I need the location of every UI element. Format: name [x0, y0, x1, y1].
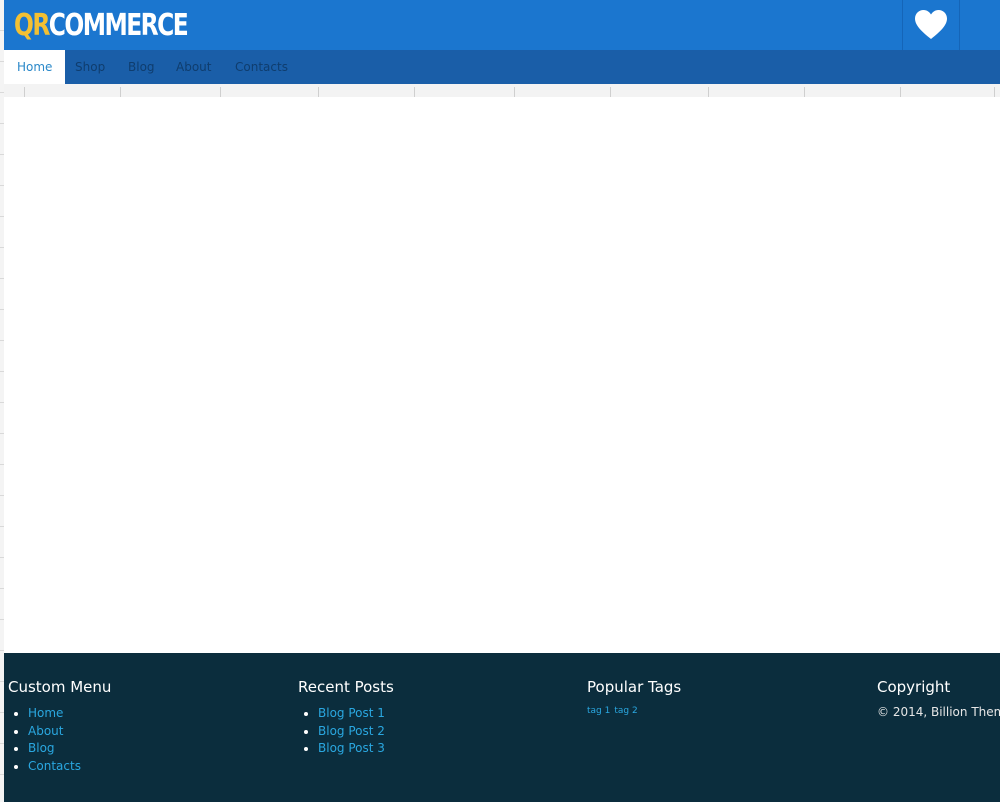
footer-copyright-title: Copyright	[877, 678, 951, 696]
footer-copyright: Copyright © 2014, Billion Themle	[877, 677, 1000, 719]
footer-custom-menu-title: Custom Menu	[8, 678, 112, 696]
list-item: Home	[28, 705, 111, 723]
footer-link-contacts[interactable]: Contacts	[28, 759, 81, 773]
nav-item-about[interactable]: About	[176, 50, 211, 84]
main-nav: Home Shop Blog About Contacts	[4, 50, 1000, 84]
decorative-texture-band	[4, 84, 1000, 97]
page: QRCOMMERCE Home Shop Blog About Contacts…	[0, 0, 1000, 802]
logo-accent-text: QR	[14, 8, 50, 43]
footer-link-blog[interactable]: Blog	[28, 741, 55, 755]
nav-item-home[interactable]: Home	[4, 50, 66, 84]
list-item: About	[28, 723, 111, 741]
list-item: Blog Post 2	[318, 723, 394, 741]
site-header: QRCOMMERCE	[4, 0, 1000, 50]
tag-cloud: tag 1 tag 2	[587, 706, 681, 716]
list-item: Blog Post 3	[318, 740, 394, 758]
list-item: Contacts	[28, 758, 111, 776]
list-item: Blog Post 1	[318, 705, 394, 723]
site-footer: Custom Menu Home About Blog Contacts Rec…	[4, 653, 1000, 802]
nav-item-contacts[interactable]: Contacts	[235, 50, 288, 84]
tag-link-1[interactable]: tag 1	[587, 706, 610, 716]
footer-recent-posts-list: Blog Post 1 Blog Post 2 Blog Post 3	[298, 705, 394, 758]
logo-main-text: COMMERCE	[48, 8, 189, 43]
footer-link-blog-post-3[interactable]: Blog Post 3	[318, 741, 385, 755]
nav-item-blog[interactable]: Blog	[128, 50, 155, 84]
footer-recent-posts-title: Recent Posts	[298, 678, 394, 696]
footer-link-blog-post-1[interactable]: Blog Post 1	[318, 706, 385, 720]
footer-custom-menu-list: Home About Blog Contacts	[8, 705, 111, 775]
site-logo[interactable]: QRCOMMERCE	[14, 6, 189, 46]
footer-link-home[interactable]: Home	[28, 706, 63, 720]
footer-link-about[interactable]: About	[28, 724, 63, 738]
copyright-text: © 2014, Billion Themle	[877, 705, 1000, 719]
wishlist-button[interactable]	[902, 0, 960, 50]
footer-custom-menu: Custom Menu Home About Blog Contacts	[8, 677, 111, 775]
main-content	[4, 97, 1000, 653]
list-item: Blog	[28, 740, 111, 758]
footer-popular-tags: Popular Tags tag 1 tag 2	[587, 677, 681, 716]
footer-link-blog-post-2[interactable]: Blog Post 2	[318, 724, 385, 738]
nav-item-shop[interactable]: Shop	[75, 50, 105, 84]
tag-link-2[interactable]: tag 2	[614, 706, 637, 716]
heart-icon	[915, 10, 947, 39]
footer-recent-posts: Recent Posts Blog Post 1 Blog Post 2 Blo…	[298, 677, 394, 758]
footer-popular-tags-title: Popular Tags	[587, 678, 682, 696]
